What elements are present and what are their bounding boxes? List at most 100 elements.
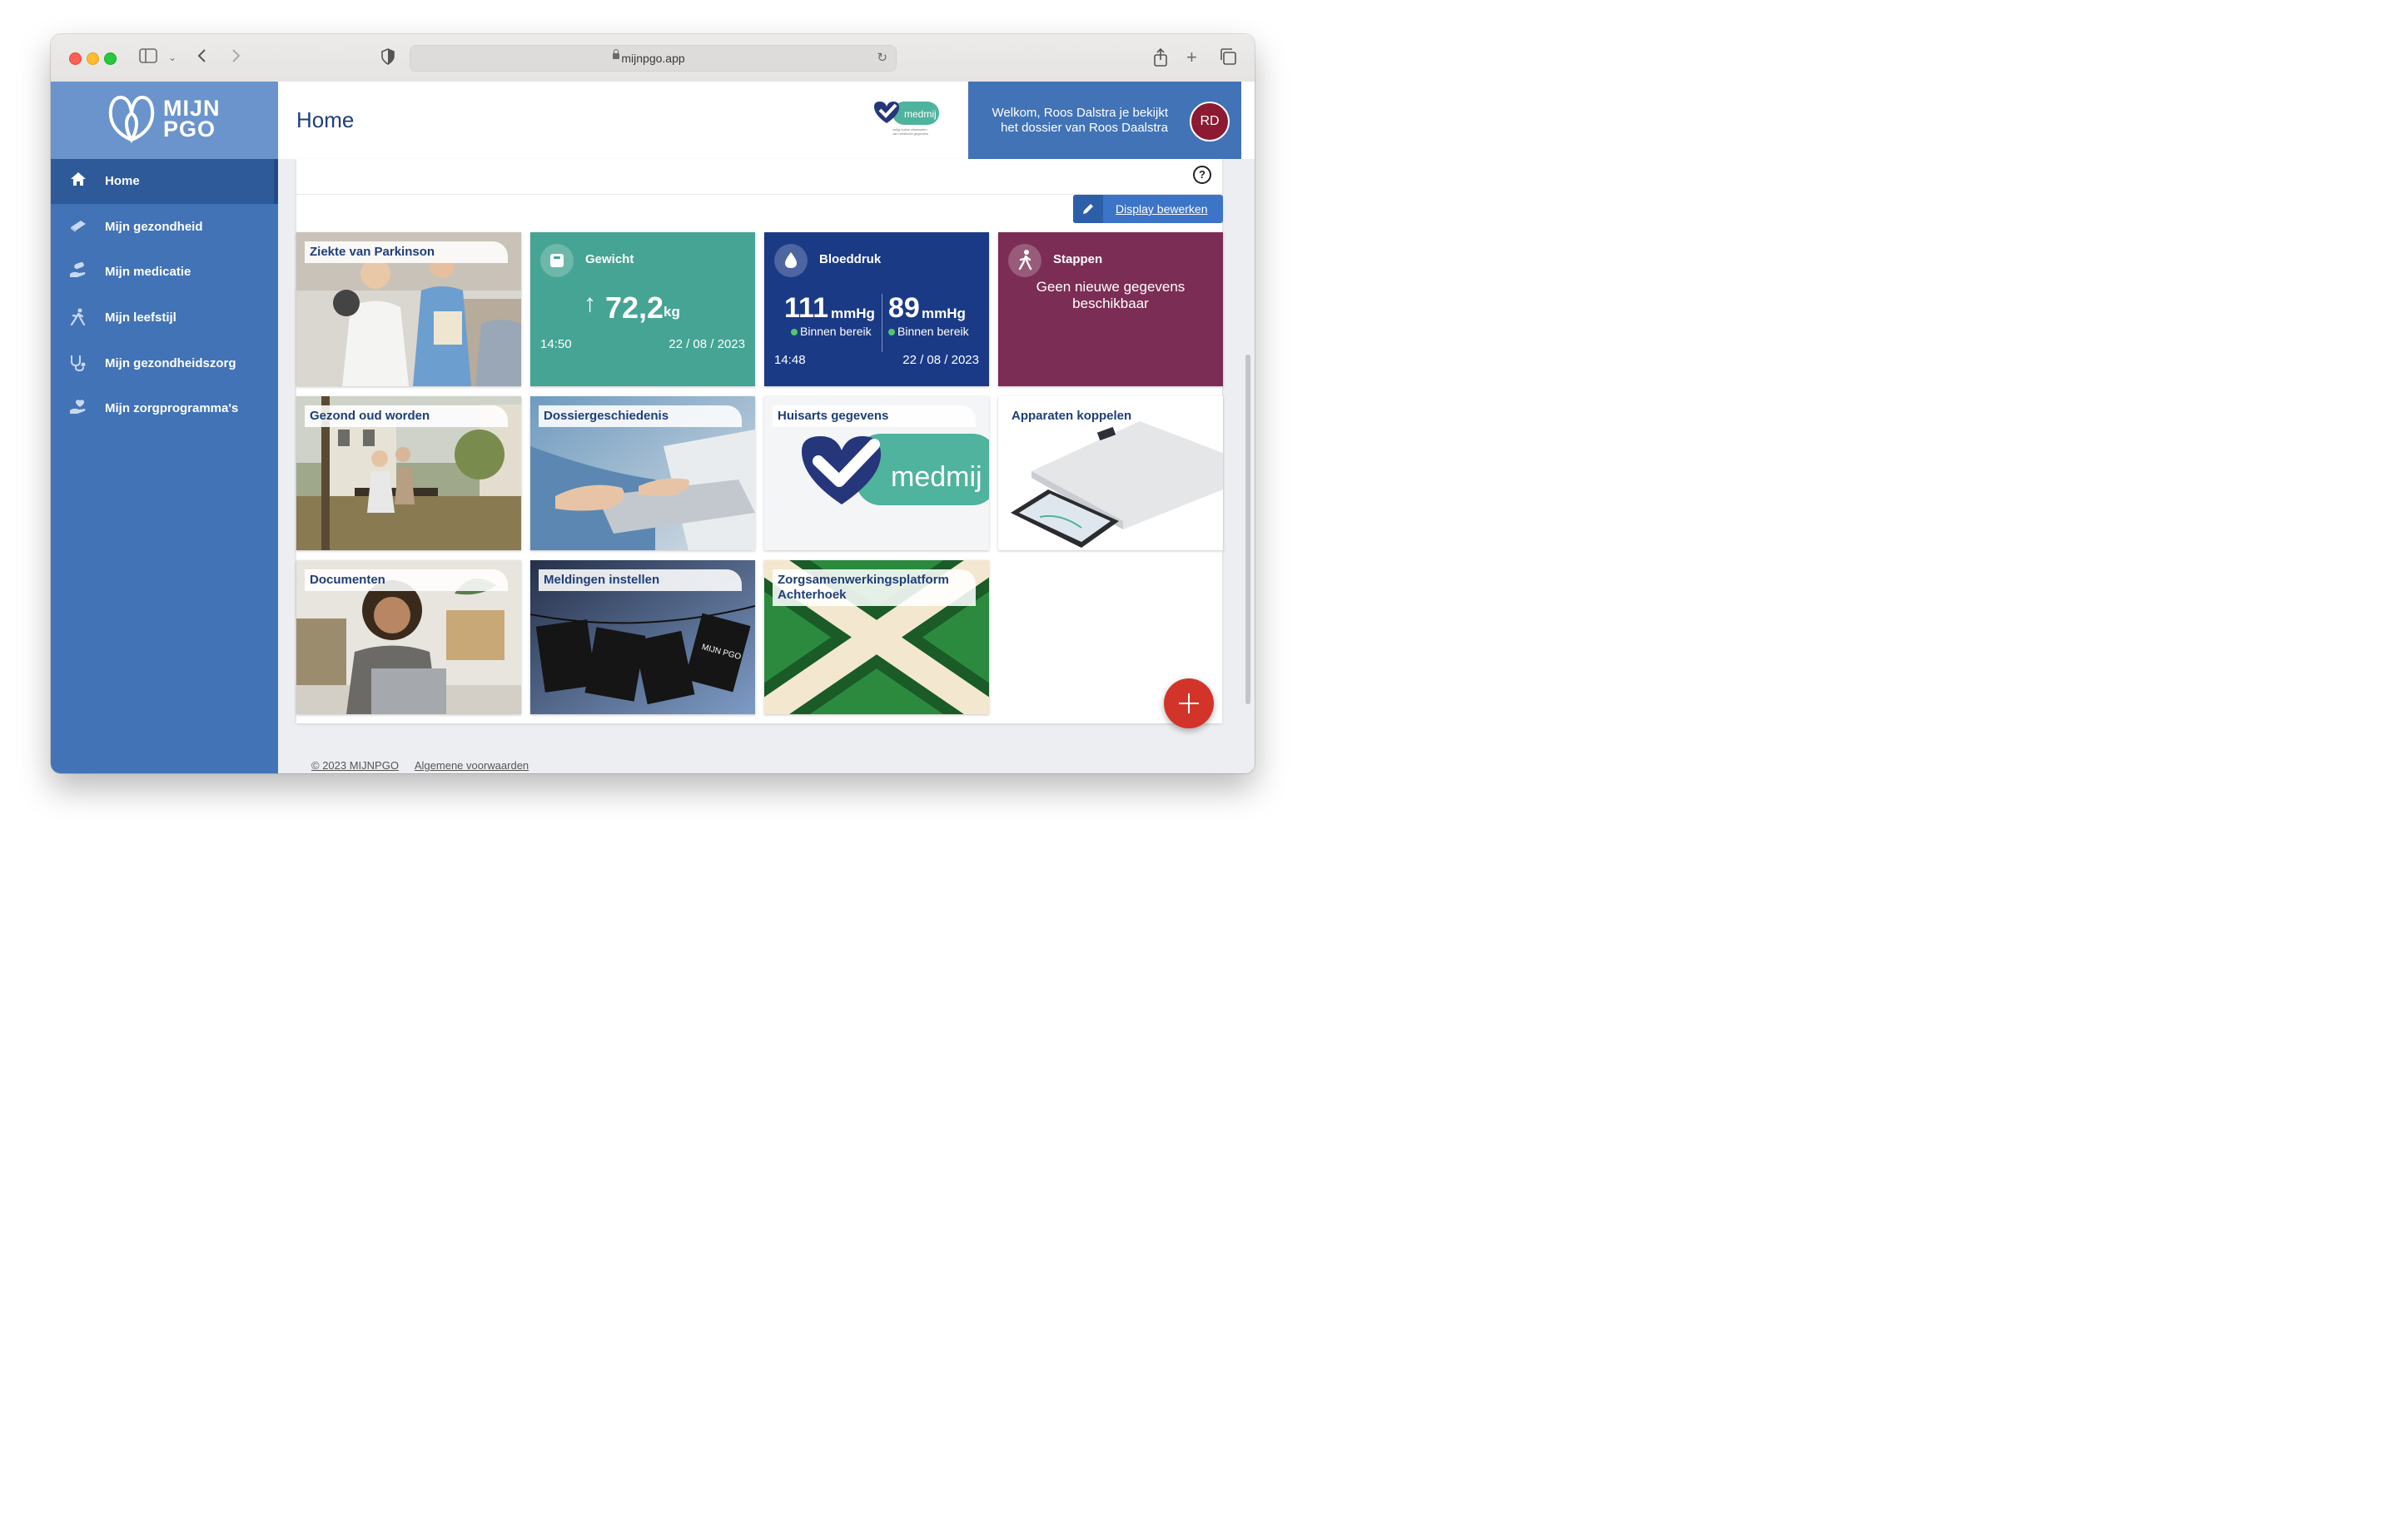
runner-icon	[69, 308, 87, 326]
page-title: Home	[296, 107, 355, 132]
gewicht-time: 14:50	[540, 337, 572, 351]
tile-dossiergeschiedenis[interactable]: Dossiergeschiedenis	[530, 396, 755, 550]
pencil-icon	[1073, 195, 1103, 223]
browser-window: ⌄ mijnpgo.app ↻ + MIJN PGO Home Mijn gez…	[51, 34, 1255, 773]
tab-overview-icon[interactable]	[1220, 48, 1236, 69]
welcome-text: Welkom, Roos Dalstra je bekijkt het doss…	[968, 106, 1168, 136]
book-icon	[69, 217, 87, 236]
home-icon	[69, 171, 87, 190]
tile-documenten[interactable]: Documenten	[296, 560, 521, 714]
dashboard-panel: ? Display bewerken Ziekte van Parkinson …	[296, 159, 1223, 728]
help-icon[interactable]: ?	[1193, 166, 1211, 184]
status-dot-icon	[888, 329, 895, 335]
sidebar-item-label: Mijn zorgprogramma's	[105, 401, 239, 415]
status-dot-icon	[791, 329, 798, 335]
avatar[interactable]: RD	[1190, 102, 1230, 142]
sidebar-item-home[interactable]: Home	[51, 159, 278, 204]
back-arrow-icon[interactable]	[197, 48, 207, 67]
sidebar-item-mijn-medicatie[interactable]: Mijn medicatie	[51, 250, 278, 295]
main-content: ? Display bewerken Ziekte van Parkinson …	[278, 159, 1255, 773]
new-tab-icon[interactable]: +	[1186, 48, 1197, 67]
systolic-value: 111	[784, 292, 828, 324]
tile-zorgsamenwerkingsplatform[interactable]: Zorgsamenwerkingsplatform Achterhoek	[764, 560, 989, 714]
footer: © 2023 MIJNPGO Algemene voorwaarden	[311, 759, 542, 772]
browser-toolbar: ⌄ mijnpgo.app ↻ +	[51, 34, 1255, 82]
reload-icon[interactable]: ↻	[877, 50, 887, 65]
welcome-panel: Welkom, Roos Dalstra je bekijkt het doss…	[968, 82, 1241, 159]
gewicht-value: 72,2	[605, 291, 664, 325]
sidebar: MIJN PGO Home Mijn gezondheid Mijn medic…	[51, 82, 278, 773]
tile-huisarts-gegevens[interactable]: medmij Huisarts gegevens	[764, 396, 989, 550]
chevron-down-icon[interactable]: ⌄	[168, 48, 176, 67]
tile-label: Zorgsamenwerkingsplatform Achterhoek	[773, 569, 976, 606]
sidebar-item-mijn-gezondheid[interactable]: Mijn gezondheid	[51, 205, 278, 250]
minimize-window-button[interactable]	[87, 52, 99, 65]
sidebar-item-label: Mijn medicatie	[105, 265, 191, 279]
brand-name: MIJN PGO	[163, 97, 221, 142]
walking-icon	[1008, 244, 1041, 277]
diastolic-status-text: Binnen bereik	[897, 325, 969, 338]
tile-stappen[interactable]: Stappen Geen nieuwe gegevens beschikbaar	[998, 232, 1223, 386]
svg-text:medmij: medmij	[891, 461, 982, 493]
tile-meldingen-instellen[interactable]: MIJN PGO Meldingen instellen	[530, 560, 755, 714]
sidebar-item-mijn-zorgprogrammas[interactable]: Mijn zorgprogramma's	[51, 386, 278, 431]
tile-label: Huisarts gegevens	[773, 405, 976, 427]
tile-label: Apparaten koppelen	[1012, 409, 1132, 423]
tile-label: Documenten	[305, 569, 508, 591]
brand-logo[interactable]: MIJN PGO	[51, 82, 278, 159]
url-text: mijnpgo.app	[621, 52, 685, 65]
pill-hand-icon	[69, 261, 87, 281]
add-tile-button[interactable]	[1164, 678, 1214, 728]
tile-label: Ziekte van Parkinson	[305, 241, 508, 263]
sidebar-toggle-icon[interactable]	[139, 48, 157, 67]
mijnpgo-logo-icon	[108, 95, 155, 143]
tile-parkinson[interactable]: Ziekte van Parkinson	[296, 232, 521, 386]
svg-text:medmij: medmij	[904, 108, 937, 120]
stappen-title: Stappen	[1053, 252, 1103, 266]
shield-icon[interactable]	[381, 48, 395, 69]
stethoscope-icon	[69, 354, 87, 372]
address-bar[interactable]: mijnpgo.app ↻	[410, 45, 897, 72]
display-edit-button[interactable]: Display bewerken	[1073, 195, 1223, 223]
brand-line2: PGO	[163, 117, 216, 142]
diastolic-value: 89	[888, 292, 920, 324]
systolic-status-text: Binnen bereik	[800, 325, 872, 338]
terms-link[interactable]: Algemene voorwaarden	[415, 759, 529, 772]
welcome-line2: het dossier van Roos Daalstra	[1001, 121, 1168, 135]
page-header: Home medmij veilig online uitwisselen va…	[278, 82, 1255, 160]
sidebar-item-label: Mijn leefstijl	[105, 310, 176, 325]
tile-bloeddruk[interactable]: Bloeddruk 111 mmHg 89 mmHg Binnen bereik…	[764, 232, 989, 386]
gewicht-date: 22 / 08 / 2023	[669, 337, 745, 351]
stappen-message: Geen nieuwe gegevens beschikbaar	[1036, 279, 1186, 311]
bloeddruk-time: 14:48	[774, 353, 806, 367]
systolic-status: Binnen bereik	[791, 325, 872, 338]
sidebar-item-label: Mijn gezondheidszorg	[105, 356, 236, 370]
copyright-link[interactable]: © 2023 MIJNPGO	[311, 759, 399, 772]
gewicht-title: Gewicht	[585, 252, 634, 266]
forward-arrow-icon[interactable]	[231, 48, 241, 67]
sidebar-item-mijn-leefstijl[interactable]: Mijn leefstijl	[51, 296, 278, 340]
care-hand-icon	[69, 399, 87, 417]
share-icon[interactable]	[1153, 47, 1168, 71]
tile-apparaten-koppelen[interactable]: Apparaten koppelen	[998, 396, 1223, 550]
scrollbar[interactable]	[1245, 355, 1250, 704]
medmij-logo: medmij veilig online uitwisselen van med…	[874, 102, 939, 136]
welcome-line1: Welkom, Roos Dalstra je bekijkt	[992, 106, 1168, 120]
diastolic-unit: mmHg	[922, 306, 966, 321]
tile-label: Dossiergeschiedenis	[539, 405, 742, 427]
sidebar-item-mijn-gezondheidszorg[interactable]: Mijn gezondheidszorg	[51, 341, 278, 386]
tile-label: Meldingen instellen	[539, 569, 742, 591]
svg-text:van medische gegevens: van medische gegevens	[892, 132, 928, 136]
scale-icon	[540, 244, 574, 277]
bloeddruk-title: Bloeddruk	[819, 252, 882, 266]
tile-label: Gezond oud worden	[305, 405, 508, 427]
tile-gewicht[interactable]: Gewicht ↑ 72,2 kg 14:50 22 / 08 / 2023	[530, 232, 755, 386]
display-edit-label: Display bewerken	[1116, 202, 1208, 216]
gewicht-unit: kg	[664, 304, 680, 320]
bloeddruk-date: 22 / 08 / 2023	[902, 353, 979, 367]
tile-gezond-oud-worden[interactable]: Gezond oud worden	[296, 396, 521, 550]
systolic-unit: mmHg	[831, 306, 875, 321]
close-window-button[interactable]	[69, 52, 82, 65]
sidebar-item-label: Home	[105, 174, 140, 188]
maximize-window-button[interactable]	[104, 52, 117, 65]
